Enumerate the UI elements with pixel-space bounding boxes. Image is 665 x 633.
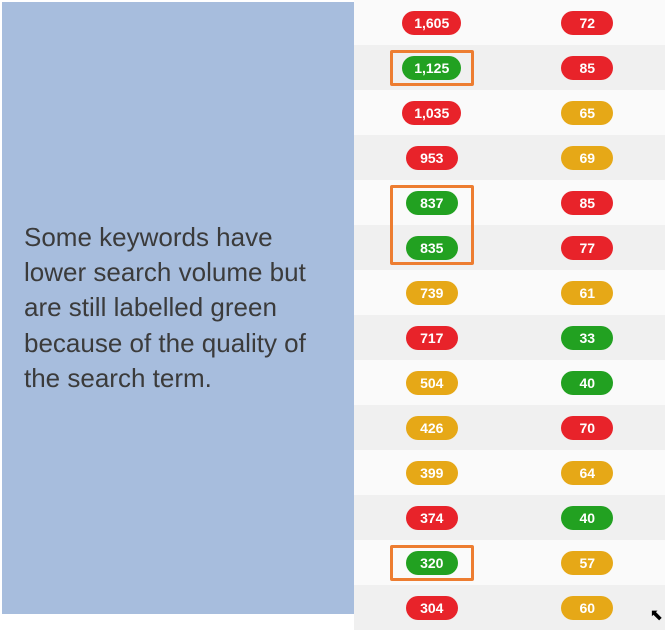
difficulty-cell: 77 <box>510 236 665 260</box>
table-row: 739 61 <box>354 270 665 315</box>
volume-cell: 717 <box>354 326 510 350</box>
volume-cell: 320 <box>354 551 510 575</box>
volume-cell: 1,605 <box>354 11 510 35</box>
table-row: 1,125 85 <box>354 45 665 90</box>
table-row: 1,035 65 <box>354 90 665 135</box>
difficulty-cell: 85 <box>510 56 665 80</box>
difficulty-pill: 85 <box>561 191 613 215</box>
volume-cell: 739 <box>354 281 510 305</box>
difficulty-cell: 70 <box>510 416 665 440</box>
difficulty-pill: 69 <box>561 146 613 170</box>
volume-pill: 837 <box>406 191 458 215</box>
annotation-callout: Some keywords have lower search volume b… <box>2 2 354 614</box>
difficulty-cell: 85 <box>510 191 665 215</box>
difficulty-cell: 40 <box>510 506 665 530</box>
table-row: 835 77 <box>354 225 665 270</box>
volume-cell: 399 <box>354 461 510 485</box>
table-row: 399 64 <box>354 450 665 495</box>
volume-cell: 504 <box>354 371 510 395</box>
volume-pill: 399 <box>406 461 458 485</box>
difficulty-cell: 61 <box>510 281 665 305</box>
difficulty-cell: 40 <box>510 371 665 395</box>
main-container: Some keywords have lower search volume b… <box>0 0 665 633</box>
difficulty-pill: 57 <box>561 551 613 575</box>
table-row: 953 69 <box>354 135 665 180</box>
difficulty-pill: 65 <box>561 101 613 125</box>
volume-pill: 304 <box>406 596 458 620</box>
table-row: 1,605 72 <box>354 0 665 45</box>
volume-pill: 717 <box>406 326 458 350</box>
difficulty-pill: 60 <box>561 596 613 620</box>
volume-pill: 374 <box>406 506 458 530</box>
difficulty-pill: 40 <box>561 371 613 395</box>
difficulty-pill: 40 <box>561 506 613 530</box>
volume-pill: 320 <box>406 551 458 575</box>
difficulty-pill: 61 <box>561 281 613 305</box>
table-row: 304 60 <box>354 585 665 630</box>
volume-pill: 504 <box>406 371 458 395</box>
volume-cell: 835 <box>354 236 510 260</box>
data-table: 1,605 72 1,125 85 1,035 65 953 69 837 85 835 77 739 6… <box>354 0 665 633</box>
difficulty-pill: 33 <box>561 326 613 350</box>
volume-cell: 953 <box>354 146 510 170</box>
volume-pill: 739 <box>406 281 458 305</box>
difficulty-pill: 85 <box>561 56 613 80</box>
volume-cell: 1,125 <box>354 56 510 80</box>
volume-cell: 374 <box>354 506 510 530</box>
volume-pill: 1,125 <box>402 56 461 80</box>
table-row: 374 40 <box>354 495 665 540</box>
difficulty-cell: 60 <box>510 596 665 620</box>
table-row: 426 70 <box>354 405 665 450</box>
callout-text: Some keywords have lower search volume b… <box>24 220 332 395</box>
difficulty-cell: 69 <box>510 146 665 170</box>
difficulty-cell: 64 <box>510 461 665 485</box>
volume-cell: 837 <box>354 191 510 215</box>
volume-pill: 1,035 <box>402 101 461 125</box>
difficulty-cell: 33 <box>510 326 665 350</box>
difficulty-cell: 72 <box>510 11 665 35</box>
volume-pill: 1,605 <box>402 11 461 35</box>
table-row: 717 33 <box>354 315 665 360</box>
table-row: 320 57 <box>354 540 665 585</box>
difficulty-cell: 57 <box>510 551 665 575</box>
difficulty-cell: 65 <box>510 101 665 125</box>
difficulty-pill: 72 <box>561 11 613 35</box>
difficulty-pill: 70 <box>561 416 613 440</box>
table-row: 837 85 <box>354 180 665 225</box>
difficulty-pill: 77 <box>561 236 613 260</box>
table-row: 504 40 <box>354 360 665 405</box>
volume-cell: 1,035 <box>354 101 510 125</box>
volume-pill: 835 <box>406 236 458 260</box>
volume-cell: 426 <box>354 416 510 440</box>
volume-pill: 953 <box>406 146 458 170</box>
volume-pill: 426 <box>406 416 458 440</box>
volume-cell: 304 <box>354 596 510 620</box>
difficulty-pill: 64 <box>561 461 613 485</box>
